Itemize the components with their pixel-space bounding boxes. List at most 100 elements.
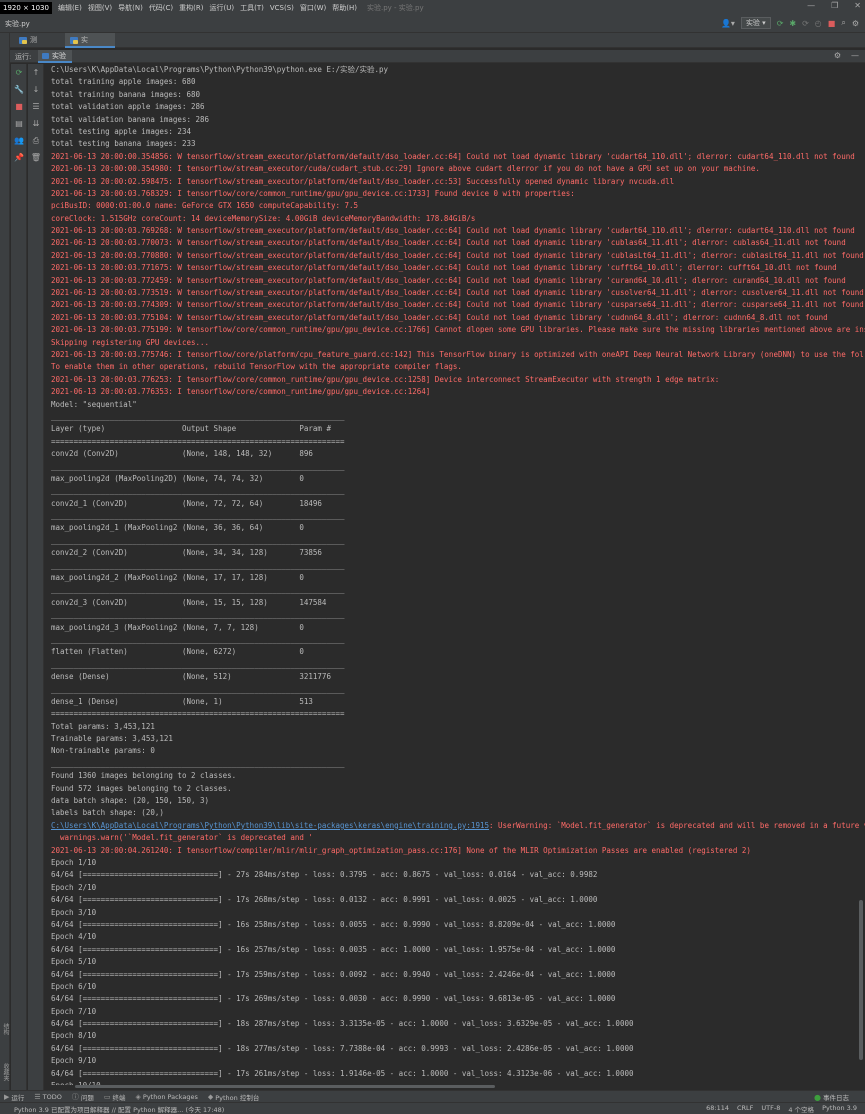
file-encoding[interactable]: UTF-8	[761, 1104, 780, 1114]
console-line-text: 64/64 [==============================] -…	[51, 944, 616, 954]
console-line: ========================================…	[51, 436, 865, 448]
scroll-to-end-icon[interactable]: ⇊	[28, 115, 44, 132]
status-message[interactable]: Python 3.9 已配置为项目解释器 // 配置 Python 解释器...…	[14, 1104, 224, 1114]
run-panel-header: 运行: 实验 ⚙ —	[10, 50, 865, 63]
rerun-icon[interactable]: ⟳	[777, 19, 784, 28]
menu-code[interactable]: 代码(C)	[149, 3, 173, 13]
console-line: total testing apple images: 234	[51, 126, 865, 138]
scrollbar-thumb[interactable]	[75, 1085, 495, 1088]
console-line-text: ________________________________________…	[51, 511, 345, 521]
scrollbar-thumb[interactable]	[859, 900, 863, 1060]
stop-icon[interactable]: ■	[828, 19, 836, 28]
arrow-down-icon[interactable]: ↓	[28, 81, 44, 98]
wrench-icon[interactable]: 🔧	[11, 81, 27, 98]
settings-icon[interactable]: ⚙	[852, 19, 859, 28]
coverage-icon[interactable]: ⟳	[802, 19, 809, 28]
tab-problems[interactable]: ⓘ 问题	[72, 1092, 94, 1102]
console-line: ________________________________________…	[51, 485, 865, 497]
menu-refactor[interactable]: 重构(R)	[179, 3, 203, 13]
console-line: Epoch 8/10	[51, 1030, 865, 1042]
hide-icon[interactable]: —	[851, 51, 859, 60]
console-line: Layer (type) Output Shape Param #	[51, 423, 865, 435]
indent-setting[interactable]: 4 个空格	[788, 1104, 814, 1114]
terminal-icon: ▭	[103, 1092, 111, 1101]
arrow-up-icon[interactable]: ↑	[28, 64, 44, 81]
caret-position[interactable]: 68:114	[706, 1104, 729, 1114]
trash-icon[interactable]: 🗑	[28, 149, 44, 166]
debug-icon[interactable]: ✱	[789, 19, 796, 28]
console-line-text: 2021-06-13 20:00:02.598475: I tensorflow…	[51, 176, 675, 186]
run-configuration-select[interactable]: 实验 ▾	[740, 17, 771, 29]
menu-window[interactable]: 窗口(W)	[300, 3, 326, 13]
console-vertical-scrollbar[interactable]	[858, 64, 864, 1085]
menu-edit[interactable]: 编辑(E)	[58, 3, 82, 13]
console-line: 2021-06-13 20:00:03.775104: W tensorflow…	[51, 312, 865, 324]
menu-navigate[interactable]: 导航(N)	[118, 3, 143, 13]
console-line: total validation banana images: 286	[51, 114, 865, 126]
bottom-tool-tabs: ▶ 运行 ☰ TODO ⓘ 问题 ▭ 终端 ◈ Python Packages ◆ Pyth…	[0, 1090, 865, 1102]
console-line-text: 2021-06-13 20:00:03.768329: I tensorflow…	[51, 188, 575, 198]
tab-python-console[interactable]: ◆ Python 控制台	[208, 1092, 260, 1102]
console-line-text: 2021-06-13 20:00:03.770880: W tensorflow…	[51, 250, 864, 260]
console-line: Epoch 2/10	[51, 882, 865, 894]
console-line: 2021-06-13 20:00:03.773519: W tensorflow…	[51, 287, 865, 299]
favorites-tool-label[interactable]: 收藏夹	[1, 1063, 10, 1081]
navigation-bar: 实验.py 👤▾ 实验 ▾ ⟳ ✱ ⟳ ◴ ■ ⌕ ⚙	[0, 15, 865, 33]
tab-run[interactable]: ▶ 运行	[4, 1092, 24, 1102]
menu-tools[interactable]: 工具(T)	[240, 3, 264, 13]
tab-todo[interactable]: ☰ TODO	[34, 1093, 62, 1101]
console-line-text: Epoch 2/10	[51, 882, 97, 892]
console-line-text: total testing apple images: 234	[51, 126, 191, 136]
pin-icon[interactable]: 📌	[11, 149, 27, 166]
menu-view[interactable]: 视图(V)	[88, 3, 112, 13]
console-line: 2021-06-13 20:00:03.768329: I tensorflow…	[51, 188, 865, 200]
layout-icon[interactable]: ▤	[11, 115, 27, 132]
gear-icon[interactable]: ⚙	[834, 51, 841, 60]
console-line: 2021-06-13 20:00:03.774309: W tensorflow…	[51, 299, 865, 311]
print-icon[interactable]: ⎙	[28, 132, 44, 149]
console-line-text: ________________________________________…	[51, 758, 345, 768]
restore-icon[interactable]: ❐	[831, 1, 838, 10]
structure-tool-label[interactable]: 结构	[1, 1023, 10, 1035]
console-line-text: Epoch 6/10	[51, 981, 97, 991]
console-line-text: Layer (type) Output Shape Param #	[51, 424, 331, 434]
console-line-text: 64/64 [==============================] -…	[51, 1043, 634, 1053]
console-line: Epoch 7/10	[51, 1006, 865, 1018]
group-icon[interactable]: 👥	[11, 132, 27, 149]
console-line-text: coreClock: 1.515GHz coreCount: 14 device…	[51, 213, 476, 223]
run-tab[interactable]: 实验	[38, 50, 72, 63]
tab-test-py[interactable]: 测试.py×	[14, 33, 62, 59]
file-link[interactable]: C:\Users\K\AppData\Local\Programs\Python…	[51, 821, 489, 830]
console-output[interactable]: C:\Users\K\AppData\Local\Programs\Python…	[45, 64, 865, 1085]
console-line: 2021-06-13 20:00:03.771675: W tensorflow…	[51, 262, 865, 274]
close-icon[interactable]: ✕	[854, 1, 861, 10]
console-line: labels batch shape: (20,)	[51, 807, 865, 819]
console-line: Epoch 4/10	[51, 931, 865, 943]
tab-terminal[interactable]: ▭ 终端	[104, 1092, 126, 1102]
stop-icon[interactable]: ■	[11, 98, 27, 115]
tab-python-packages[interactable]: ◈ Python Packages	[136, 1093, 198, 1101]
console-line-text: 2021-06-13 20:00:03.772459: W tensorflow…	[51, 275, 846, 285]
tab-experiment-py[interactable]: 实验.py×	[65, 33, 115, 59]
console-line-text: labels batch shape: (20,)	[51, 808, 164, 818]
line-separator[interactable]: CRLF	[737, 1104, 753, 1114]
menu-vcs[interactable]: VCS(S)	[270, 4, 294, 12]
interpreter[interactable]: Python 3.9	[822, 1104, 857, 1114]
profile-icon[interactable]: ◴	[815, 19, 822, 28]
soft-wrap-icon[interactable]: ☰	[28, 98, 44, 115]
status-bar: Python 3.9 已配置为项目解释器 // 配置 Python 解释器...…	[0, 1102, 865, 1114]
console-horizontal-scrollbar[interactable]	[45, 1084, 858, 1089]
console-line: data batch shape: (20, 150, 150, 3)	[51, 795, 865, 807]
rerun-icon[interactable]: ⟳	[11, 64, 27, 81]
console-line-text: ________________________________________…	[51, 610, 345, 620]
search-icon[interactable]: ⌕	[841, 18, 845, 28]
user-icon[interactable]: 👤▾	[721, 19, 735, 28]
event-log-label: 事件日志	[823, 1094, 849, 1102]
event-log-tab[interactable]: ● 事件日志	[814, 1092, 849, 1103]
console-line-text: max_pooling2d_2 (MaxPooling2 (None, 17, …	[51, 573, 304, 583]
breadcrumb[interactable]: 实验.py	[5, 19, 30, 29]
minimize-icon[interactable]: —	[807, 1, 815, 10]
console-line: 2021-06-13 20:00:00.354980: I tensorflow…	[51, 163, 865, 175]
menu-run[interactable]: 运行(U)	[210, 3, 235, 13]
menu-help[interactable]: 帮助(H)	[332, 3, 357, 13]
